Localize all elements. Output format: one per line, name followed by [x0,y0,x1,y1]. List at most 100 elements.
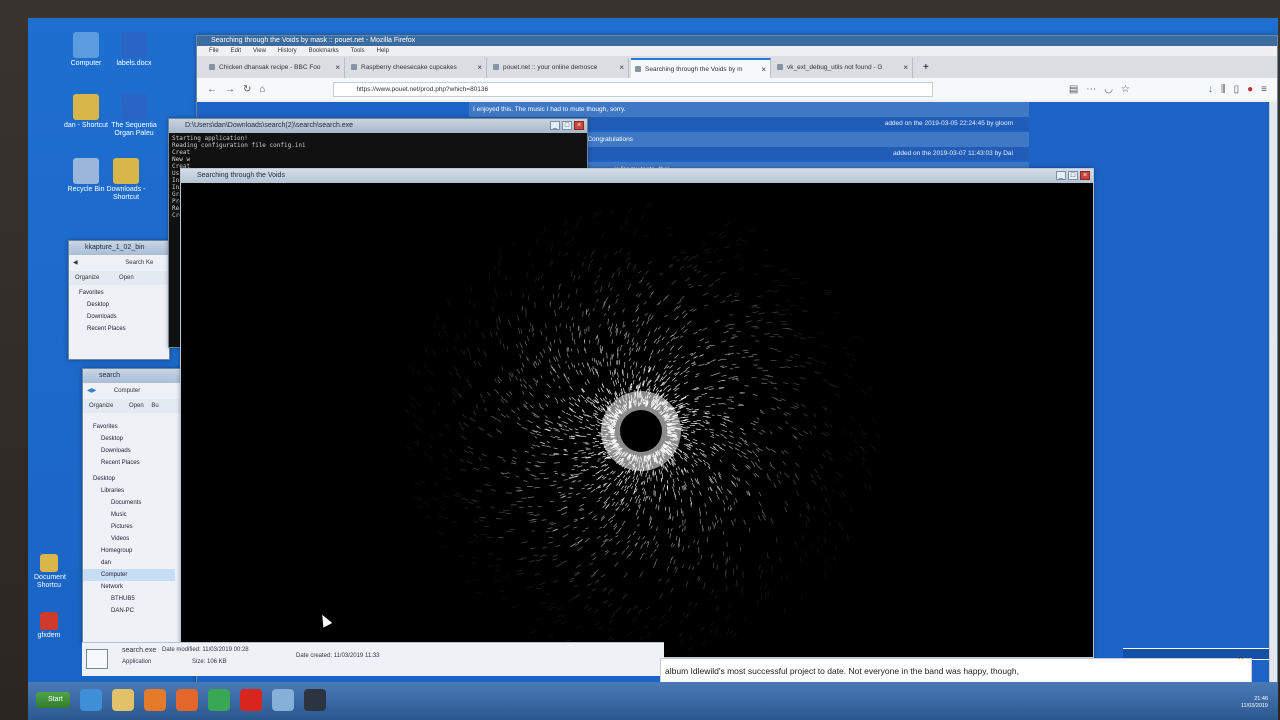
close-tab-icon[interactable]: × [335,58,340,78]
maximize-button[interactable]: □ [562,121,572,130]
adblock-icon[interactable]: ● [1247,84,1253,95]
opera-icon[interactable] [240,689,262,711]
tree-item[interactable]: BTHUB5 [83,593,175,605]
hamburger-menu-icon[interactable]: ≡ [1261,84,1267,95]
demo-render-viewport[interactable] [181,185,1093,657]
pocket-icon[interactable]: ◡ [1104,84,1113,95]
open-button[interactable]: Open [119,275,134,281]
url-bar[interactable]: https://www.pouet.net/prod.php?which=801… [333,81,934,97]
folder-icon[interactable] [272,689,294,711]
explorer-window-kkapture: kkapture_1_02_bin ◀ Search Ke Organize O… [68,240,170,360]
page-actions-icon[interactable]: ⋯ [1086,84,1096,95]
tree-item[interactable]: Recent Places [69,323,126,335]
tree-item[interactable]: Favorites [83,421,175,433]
tab-raspberry-cheesecake[interactable]: Raspberry cheesecake cupcakes × [347,58,487,78]
recycle-bin-icon [73,158,99,184]
organize-button[interactable]: Organize [75,275,99,281]
tree-item[interactable]: Homegroup [83,545,175,557]
tree-item[interactable]: Videos [83,533,175,545]
favicon-icon [493,64,499,70]
minimize-button[interactable]: _ [1056,171,1066,180]
firefox-menubar: File Edit View History Bookmarks Tools H… [197,46,1277,56]
close-tab-icon[interactable]: × [477,58,482,78]
downloads-icon[interactable]: ↓ [1208,84,1213,95]
breadcrumb[interactable]: Computer [114,388,140,394]
tree-item[interactable]: Libraries [83,485,175,497]
word-document-icon [121,32,147,58]
tree-item[interactable]: dan [83,557,175,569]
menu-bookmarks[interactable]: Bookmarks [309,46,339,56]
back-icon[interactable]: ← [207,84,217,95]
address-bar: ◀▶ Computer [83,383,181,399]
desktop-icon-downloads[interactable]: Downloads - Shortcut [98,158,154,202]
firefox-icon[interactable] [176,689,198,711]
desktop-icon-documents[interactable]: Document Shortcu [34,554,66,590]
tree-item[interactable]: Recent Places [83,457,175,469]
ie-icon[interactable] [80,689,102,711]
new-tab-button[interactable]: + [915,58,937,78]
chrome-icon[interactable] [208,689,230,711]
page-scrollbar[interactable] [1269,102,1277,684]
tree-item[interactable]: Downloads [83,445,175,457]
bookmark-star-icon[interactable]: ☆ [1121,84,1130,95]
library-icon[interactable]: ⫼ [1221,84,1226,95]
close-tab-icon[interactable]: × [903,58,908,78]
explorer-window-search: search ◀▶ Computer Organize Open Bu Favo… [82,368,182,644]
search-box[interactable]: Search Ke [125,260,153,266]
close-icon[interactable]: × [1238,652,1244,663]
tree-item-selected[interactable]: Computer [83,569,175,581]
media-player-icon[interactable] [144,689,166,711]
menu-tools[interactable]: Tools [351,46,365,56]
sidebar-icon[interactable]: ▯ [1234,84,1240,95]
particle-vortex [405,203,881,656]
menu-view[interactable]: View [253,46,266,56]
home-icon[interactable]: ⌂ [259,84,265,95]
close-button[interactable]: × [1080,171,1090,180]
tab-vk-ext-debug[interactable]: vk_ext_debug_utils not found - G × [773,58,913,78]
close-tab-icon[interactable]: × [761,60,766,78]
tree-item[interactable]: DAN-PC [83,605,175,617]
tab-chicken-dhansak[interactable]: Chicken dhansak recipe - BBC Foo × [205,58,345,78]
menu-file[interactable]: File [209,46,219,56]
console-title: D:\Users\dan\Downloads\search(2)\search\… [169,119,587,133]
organize-button[interactable]: Organize [89,403,113,409]
back-icon[interactable]: ◀ [73,260,78,266]
tree-item[interactable]: Music [83,509,175,521]
menu-edit[interactable]: Edit [231,46,241,56]
burn-button[interactable]: Bu [151,403,158,409]
folder-icon [73,94,99,120]
reload-icon[interactable]: ↻ [243,84,251,95]
favicon-icon [209,64,215,70]
desktop-icon-sequentia[interactable]: The Sequentia Organ Paleu [106,94,162,138]
explorer-icon[interactable] [112,689,134,711]
menu-history[interactable]: History [278,46,297,56]
open-button[interactable]: Open [129,403,144,409]
desktop-icon-gfxdem[interactable]: gfxdem [34,612,64,640]
console-icon[interactable] [304,689,326,711]
tree-item[interactable]: Favorites [69,287,126,299]
maximize-button[interactable]: □ [1068,171,1078,180]
close-button[interactable]: × [574,121,584,130]
news-ticker: album Idlewild's most successful project… [660,658,1252,684]
desktop-icon-labels[interactable]: labels.docx [106,32,162,68]
close-tab-icon[interactable]: × [619,58,624,78]
tree-item[interactable]: Documents [83,497,175,509]
forward-icon[interactable]: → [225,84,235,95]
start-button[interactable]: Start [36,692,70,708]
firefox-title: Searching through the Voids by mask :: p… [197,36,1277,46]
reader-view-icon[interactable]: ▤ [1069,84,1078,95]
system-clock[interactable]: 21:46 11/03/2019 [1241,696,1268,710]
address-bar: ◀ Search Ke [69,255,169,271]
tree-item[interactable]: Pictures [83,521,175,533]
tree-item[interactable]: Desktop [69,299,126,311]
tree-item[interactable]: Desktop [83,473,175,485]
menu-help[interactable]: Help [377,46,389,56]
minimize-button[interactable]: _ [550,121,560,130]
tab-searching-voids[interactable]: Searching through the Voids by m × [631,58,771,78]
tree-item[interactable]: Downloads [69,311,126,323]
tab-pouet[interactable]: pouet.net :: your online demosce × [489,58,629,78]
back-icon[interactable]: ◀▶ [87,388,96,394]
tree-item[interactable]: Desktop [83,433,175,445]
tree-item[interactable]: Network [83,581,175,593]
command-bar: Organize Open [69,271,169,285]
